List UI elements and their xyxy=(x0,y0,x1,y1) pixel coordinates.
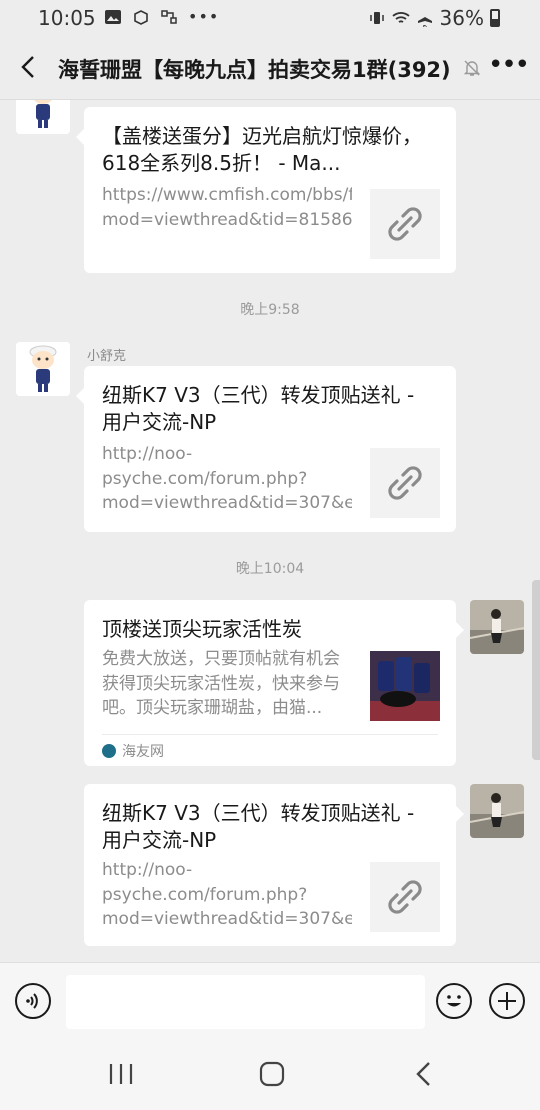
card-divider xyxy=(102,734,438,735)
scroll-indicator[interactable] xyxy=(532,580,540,760)
gallery-icon xyxy=(105,9,121,24)
cartoon-sailor-avatar-icon xyxy=(16,342,70,396)
article-card-message[interactable]: 顶楼送顶尖玩家活性炭 免费大放送，只要顶帖就有机会获得顶尖玩家活性炭，快来参与吧… xyxy=(84,600,464,766)
wifi-icon xyxy=(391,12,410,23)
plus-icon xyxy=(498,992,516,1010)
message-input-bar xyxy=(0,962,540,1034)
link-card-message[interactable]: 【盖楼送蛋分】迈光启航灯惊爆价，618全系列8.5折！ - Ma... http… xyxy=(76,107,456,273)
link-card-title: 纽斯K7 V3（三代）转发顶贴送礼 - 用户交流-NP xyxy=(102,801,415,852)
cartoon-sailor-avatar-icon xyxy=(16,100,70,134)
more-options-button[interactable]: ••• xyxy=(488,52,530,84)
link-card-message[interactable]: 纽斯K7 V3（三代）转发顶贴送礼 - 用户交流-NP http://noo-p… xyxy=(84,784,464,946)
photo-avatar-icon xyxy=(470,784,524,838)
link-thumbnail xyxy=(370,189,440,259)
smiley-icon xyxy=(447,995,461,1007)
avatar[interactable] xyxy=(16,100,70,134)
overflow-dots-icon: ••• xyxy=(188,7,220,26)
article-thumbnail xyxy=(370,651,440,721)
source-label: 海友网 xyxy=(122,744,164,760)
my-avatar[interactable] xyxy=(470,600,524,654)
battery-icon xyxy=(490,9,500,27)
home-button[interactable] xyxy=(252,1058,292,1090)
link-card-message[interactable]: 纽斯K7 V3（三代）转发顶贴送礼 - 用户交流-NP http://noo-p… xyxy=(76,366,456,532)
link-thumbnail xyxy=(370,862,440,932)
chat-messages[interactable]: 【盖楼送蛋分】迈光启航灯惊爆价，618全系列8.5折！ - Ma... http… xyxy=(0,100,540,962)
link-card-url: http://noo-psyche.com/forum.php?mod=view… xyxy=(102,444,352,513)
sender-name: 小舒克 xyxy=(87,349,127,364)
mute-bell-icon xyxy=(463,60,481,76)
battery-percent: 36% xyxy=(439,6,484,30)
avatar[interactable] xyxy=(16,342,70,396)
link-chain-icon xyxy=(388,466,422,500)
product-photo-icon xyxy=(370,651,440,721)
recent-apps-button[interactable] xyxy=(101,1058,141,1090)
link-chain-icon xyxy=(388,880,422,914)
voice-icon xyxy=(26,993,38,1009)
status-left-icons: ••• xyxy=(104,7,219,26)
voice-input-button[interactable] xyxy=(15,983,51,1019)
system-navigation-bar xyxy=(0,1034,540,1110)
status-bar: 10:05 ••• 36% xyxy=(0,0,540,36)
link-card-url: http://noo-psyche.com/forum.php?mod=view… xyxy=(102,860,352,929)
article-summary: 免费大放送，只要顶帖就有机会获得顶尖玩家活性炭，快来参与吧。顶尖玩家珊瑚盐，由猫… xyxy=(102,649,340,718)
network-icon xyxy=(161,9,177,24)
photo-avatar-icon xyxy=(470,600,524,654)
message-input[interactable] xyxy=(66,975,425,1029)
box-icon xyxy=(134,9,148,25)
my-avatar[interactable] xyxy=(470,784,524,838)
airplane-icon xyxy=(417,10,432,27)
back-button[interactable] xyxy=(12,50,46,84)
article-title: 顶楼送顶尖玩家活性炭 xyxy=(102,617,302,641)
message-timestamp: 晚上10:04 xyxy=(235,561,305,577)
article-source: 海友网 xyxy=(102,741,164,761)
link-card-title: 纽斯K7 V3（三代）转发顶贴送礼 - 用户交流-NP xyxy=(102,383,415,434)
more-functions-button[interactable] xyxy=(489,983,525,1019)
message-timestamp: 晚上9:58 xyxy=(240,302,300,318)
vibrate-icon xyxy=(369,12,384,24)
chat-title: 海誓珊盟【每晚九点】拍卖交易1群(392) xyxy=(58,58,451,82)
chat-header: 海誓珊盟【每晚九点】拍卖交易1群(392) ••• xyxy=(0,36,540,100)
link-chain-icon xyxy=(388,207,422,241)
status-right-icons: 36% xyxy=(368,6,500,30)
system-back-button[interactable] xyxy=(404,1058,444,1090)
link-card-title: 【盖楼送蛋分】迈光启航灯惊爆价，618全系列8.5折！ - Ma... xyxy=(102,124,422,175)
link-card-url: https://www.cmfish.com/bbs/forum.php?mod… xyxy=(102,185,352,230)
emoji-button[interactable] xyxy=(436,983,472,1019)
status-time: 10:05 xyxy=(38,6,96,30)
link-thumbnail xyxy=(370,448,440,518)
site-logo-icon xyxy=(102,744,116,758)
